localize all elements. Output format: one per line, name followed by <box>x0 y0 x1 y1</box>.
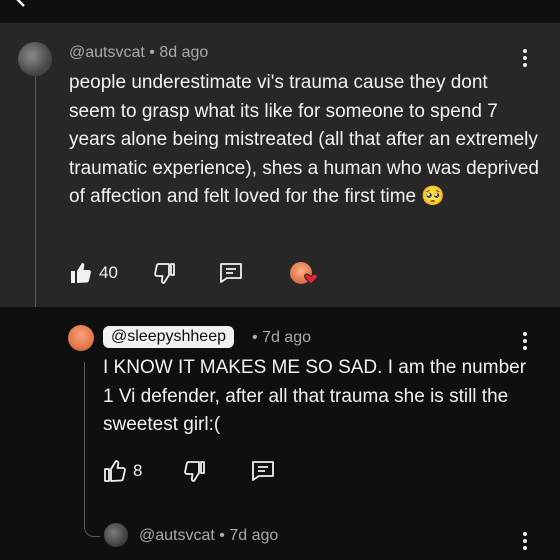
comment-text: people underestimate vi's trauma cause t… <box>69 72 539 207</box>
nested-reply-author[interactable]: @autsvcat <box>139 527 215 544</box>
reply-actions: 8 <box>103 459 304 483</box>
comment-card: @autsvcat • 8d ago people underestimate … <box>0 24 560 307</box>
reply-meta: • 7d ago <box>252 329 311 347</box>
thumb-up-icon <box>104 460 126 482</box>
thread-connector <box>84 505 100 537</box>
thumb-down-icon <box>154 263 175 284</box>
creator-heart <box>289 260 318 286</box>
nested-reply-meta: @autsvcat • 7d ago <box>139 527 278 545</box>
kebab-menu-icon[interactable] <box>515 329 535 353</box>
comment-meta: @autsvcat • 8d ago <box>69 44 208 62</box>
meta-separator: • <box>149 44 155 61</box>
avatar[interactable] <box>68 325 94 351</box>
reply-time: 7d ago <box>262 329 311 346</box>
comment-time: 8d ago <box>159 44 209 61</box>
thread-line <box>35 76 36 301</box>
thumb-up-icon <box>71 263 91 283</box>
like-button[interactable]: 40 <box>69 261 118 285</box>
meta-separator: • <box>219 527 225 544</box>
kebab-menu-icon[interactable] <box>515 529 535 553</box>
like-count: 40 <box>99 263 118 282</box>
avatar[interactable] <box>104 523 128 547</box>
reply-button[interactable] <box>218 261 244 285</box>
nested-reply-time: 7d ago <box>229 527 279 544</box>
kebab-menu-icon[interactable] <box>515 46 535 70</box>
dislike-button[interactable] <box>152 261 176 285</box>
back-arrow-icon[interactable] <box>14 0 30 8</box>
like-button[interactable]: 8 <box>103 459 142 483</box>
comment-author[interactable]: @autsvcat <box>69 44 145 61</box>
meta-separator: • <box>252 329 258 346</box>
reply-text: I KNOW IT MAKES ME SO SAD. I am the numb… <box>103 357 527 435</box>
like-count: 8 <box>133 461 143 480</box>
reply-button[interactable] <box>250 459 276 483</box>
dislike-button[interactable] <box>182 459 206 483</box>
top-bar <box>0 0 560 24</box>
reply-icon <box>220 263 242 283</box>
thumb-down-icon <box>184 461 206 482</box>
thread-line <box>84 362 85 507</box>
reply-author-chip[interactable]: @sleepyshheep <box>103 326 234 348</box>
creator-heart-icon <box>304 273 318 285</box>
reply-comment: @sleepyshheep • 7d ago I KNOW IT MAKES M… <box>0 307 560 560</box>
avatar[interactable] <box>18 42 52 76</box>
reply-icon <box>252 461 275 481</box>
comment-actions: 40 <box>69 260 344 286</box>
